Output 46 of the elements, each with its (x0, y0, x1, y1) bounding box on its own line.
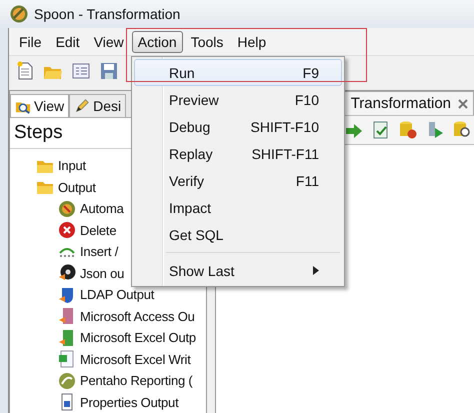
tree-item[interactable]: LDAP Output (80, 287, 154, 302)
menu-item[interactable]: Preview F10 (134, 86, 342, 113)
shortcut-label: SHIFT-F10 (250, 118, 319, 134)
tree-item[interactable]: Microsoft Excel Writ (80, 352, 191, 367)
menu-title[interactable]: Tools (184, 30, 230, 52)
menu-item[interactable]: Show Last (134, 257, 342, 284)
tab-label: Transformation (350, 95, 451, 112)
tree-item[interactable]: Json ou (80, 266, 124, 281)
tree-item[interactable]: Microsoft Excel Outp (80, 330, 196, 346)
tree-item[interactable]: Automa (80, 201, 124, 216)
menu-item[interactable]: Replay SHIFT-F11 (134, 140, 342, 167)
menu-item-label: Debug (169, 118, 210, 134)
tree-item[interactable]: Delete (80, 222, 116, 238)
shortcut-label: SHIFT-F11 (252, 146, 319, 162)
tab-label: Desi (93, 98, 122, 114)
menu-item-label: Verify (169, 172, 204, 188)
menu-item-label: Show Last (169, 262, 234, 278)
menu-item[interactable]: Run F9 (134, 59, 342, 86)
menu-title[interactable]: File (13, 30, 48, 52)
steps-heading: Steps (14, 122, 63, 144)
menu-item[interactable]: Debug SHIFT-F10 (134, 113, 342, 140)
menu-item-label: Replay (169, 146, 213, 162)
menu-title[interactable]: Action (132, 30, 183, 52)
menu-item[interactable]: Verify F11 (134, 167, 342, 194)
menu-item[interactable]: Get SQL (134, 221, 342, 248)
tree-item[interactable]: Microsoft Access Ou (80, 308, 195, 324)
panel-tab[interactable]: View (10, 94, 70, 117)
tree-item[interactable]: Properties Output (80, 394, 178, 410)
tree-item[interactable]: Input (58, 158, 86, 174)
tree-item[interactable]: Pentaho Reporting ( (80, 373, 193, 388)
window-title: Spoon - Transformation (34, 6, 180, 22)
menu-item-label: Get SQL (169, 226, 224, 242)
menu-item-label: Preview (169, 92, 219, 108)
shortcut-label: F9 (302, 64, 319, 80)
shortcut-label: F11 (296, 172, 319, 188)
tree-item[interactable]: Insert / (80, 244, 118, 260)
menu-item[interactable]: Impact (134, 194, 342, 221)
menu-title[interactable]: Help (231, 30, 272, 52)
menu-title[interactable]: Edit (50, 30, 86, 52)
shortcut-label: F10 (294, 92, 319, 108)
tree-item[interactable]: Output (58, 180, 96, 195)
menu-title[interactable]: View (88, 30, 130, 52)
menu-item-label: Impact (169, 200, 212, 216)
menu-item-label: Run (169, 64, 195, 80)
panel-tab[interactable]: Desi (69, 94, 126, 117)
tab-label: View (34, 98, 64, 114)
